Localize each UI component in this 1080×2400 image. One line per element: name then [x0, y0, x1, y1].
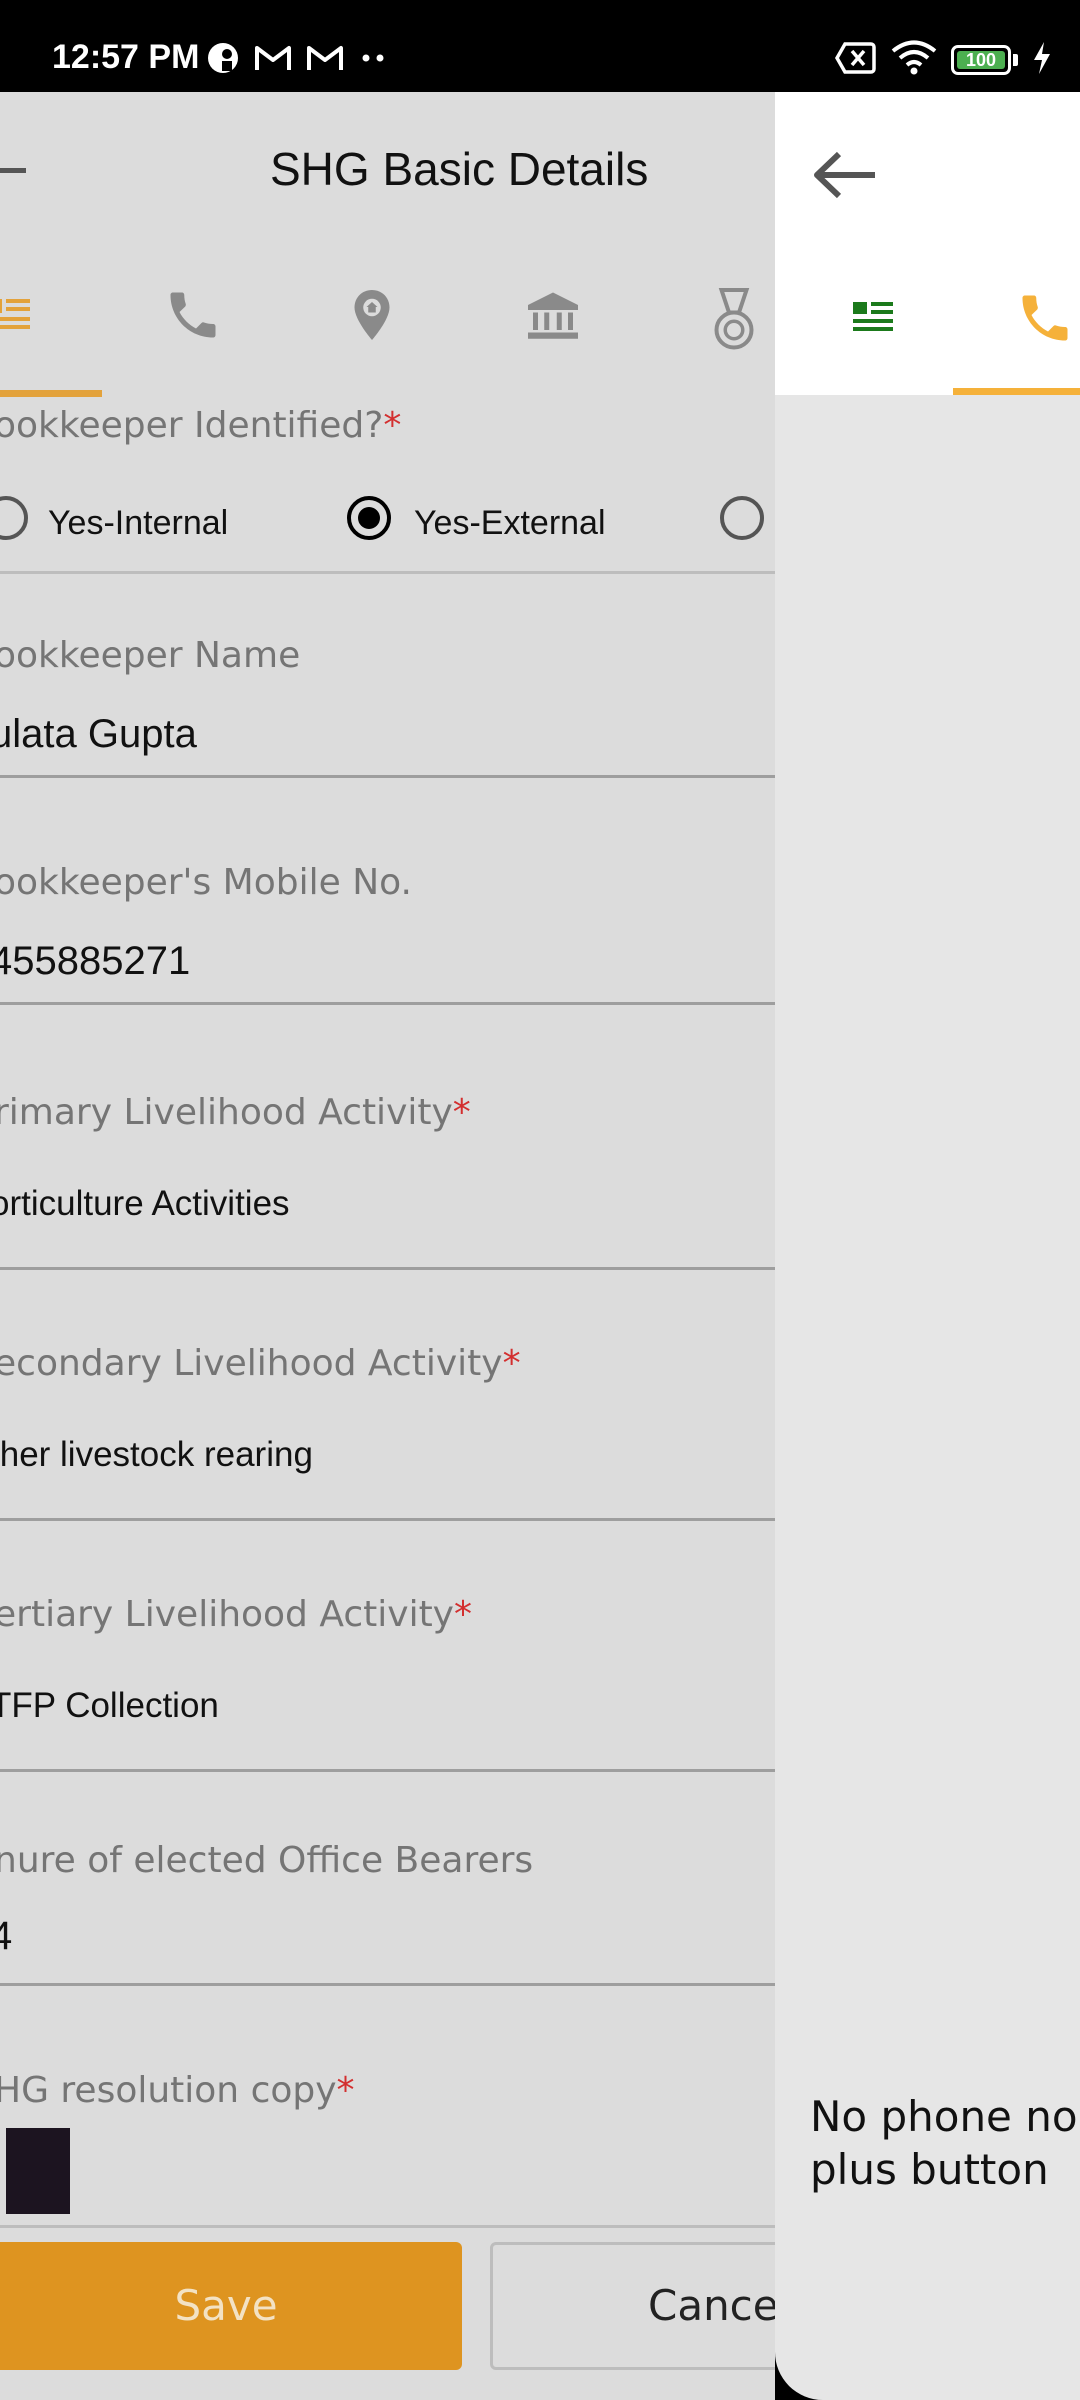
- secondary-livelihood-label: econdary Livelihood Activity*: [0, 1343, 521, 1384]
- tertiary-livelihood-select[interactable]: TFP Collection: [0, 1686, 219, 1726]
- cancel-button[interactable]: Cance: [490, 2242, 775, 2370]
- shg-basic-details-screen: SHG Basic Details ookkeeper Identified?*…: [0, 92, 775, 2400]
- more-dots-icon: [358, 48, 388, 73]
- divider: [0, 2225, 775, 2228]
- radio-no[interactable]: [720, 496, 764, 540]
- tab-details[interactable]: [0, 285, 38, 345]
- field-underline: [0, 775, 775, 778]
- field-underline: [0, 1769, 775, 1772]
- empty-state-message: No phone no plus button: [810, 2092, 1078, 2194]
- profile-icon: [206, 41, 240, 80]
- battery-level: 100: [965, 50, 997, 70]
- bookkeeper-name-field[interactable]: ulata Gupta: [0, 712, 197, 757]
- tertiary-livelihood-label: ertiary Livelihood Activity*: [0, 1594, 472, 1635]
- status-bar: 12:57 PM 100: [0, 0, 1080, 92]
- divider: [0, 571, 775, 574]
- contact-drawer: No phone no plus button: [775, 92, 1080, 2400]
- system-icons: 100: [834, 38, 1052, 82]
- resolution-copy-label: HG resolution copy*: [0, 2070, 355, 2111]
- tenure-label: nure of elected Office Bearers: [0, 1840, 534, 1881]
- drawer-back-button[interactable]: [809, 140, 879, 210]
- active-tab-indicator: [0, 390, 102, 397]
- location-icon: [342, 290, 402, 349]
- drawer-header: [775, 92, 1080, 395]
- gmail-icon: [306, 43, 344, 78]
- primary-livelihood-select[interactable]: orticulture Activities: [0, 1184, 290, 1224]
- bookkeeper-identified-label: ookkeeper Identified?*: [0, 405, 402, 446]
- primary-livelihood-label: rimary Livelihood Activity*: [0, 1092, 471, 1133]
- sim-off-icon: [834, 41, 877, 80]
- phone-icon: [163, 292, 223, 349]
- phone-icon: [1015, 295, 1075, 352]
- bank-icon: [523, 292, 583, 349]
- bookkeeper-mobile-field[interactable]: 455885271: [0, 939, 190, 984]
- drawer-active-tab-indicator: [953, 388, 1080, 395]
- bookkeeper-mobile-label: ookkeeper's Mobile No.: [0, 862, 412, 903]
- radio-yes-external-label: Yes-External: [414, 504, 606, 542]
- bookkeeper-name-label: ookkeeper Name: [0, 635, 301, 676]
- gmail-icon: [254, 43, 292, 78]
- wifi-icon: [891, 40, 937, 81]
- radio-yes-internal[interactable]: [0, 496, 28, 540]
- field-underline: [0, 1983, 775, 1986]
- drawer-tab-details[interactable]: [843, 288, 903, 348]
- radio-yes-external[interactable]: [347, 496, 391, 540]
- save-button[interactable]: Save: [0, 2242, 462, 2370]
- tab-bank[interactable]: [523, 285, 583, 345]
- details-icon: [0, 299, 38, 349]
- section-tabs: [0, 247, 775, 397]
- notification-icons: [206, 40, 388, 80]
- back-arrow-icon[interactable]: [0, 168, 26, 173]
- tab-achievements[interactable]: [704, 285, 764, 350]
- medal-icon: [704, 288, 764, 359]
- page-title: SHG Basic Details: [270, 143, 649, 195]
- battery-icon: 100: [951, 45, 1018, 75]
- charging-icon: [1032, 41, 1052, 80]
- secondary-livelihood-select[interactable]: ther livestock rearing: [0, 1435, 313, 1475]
- radio-yes-internal-label: Yes-Internal: [48, 504, 229, 542]
- back-arrow-icon: [809, 151, 879, 214]
- tab-location[interactable]: [342, 285, 402, 345]
- field-underline: [0, 1002, 775, 1005]
- app-header: SHG Basic Details: [0, 92, 775, 247]
- tenure-field[interactable]: 4: [0, 1914, 12, 1959]
- tab-contact[interactable]: [163, 285, 223, 345]
- field-underline: [0, 1267, 775, 1270]
- drawer-tab-contact[interactable]: [1015, 288, 1075, 348]
- details-icon: [843, 302, 903, 352]
- resolution-thumbnail[interactable]: [6, 2128, 70, 2214]
- field-underline: [0, 1518, 775, 1521]
- status-time: 12:57 PM: [52, 38, 200, 76]
